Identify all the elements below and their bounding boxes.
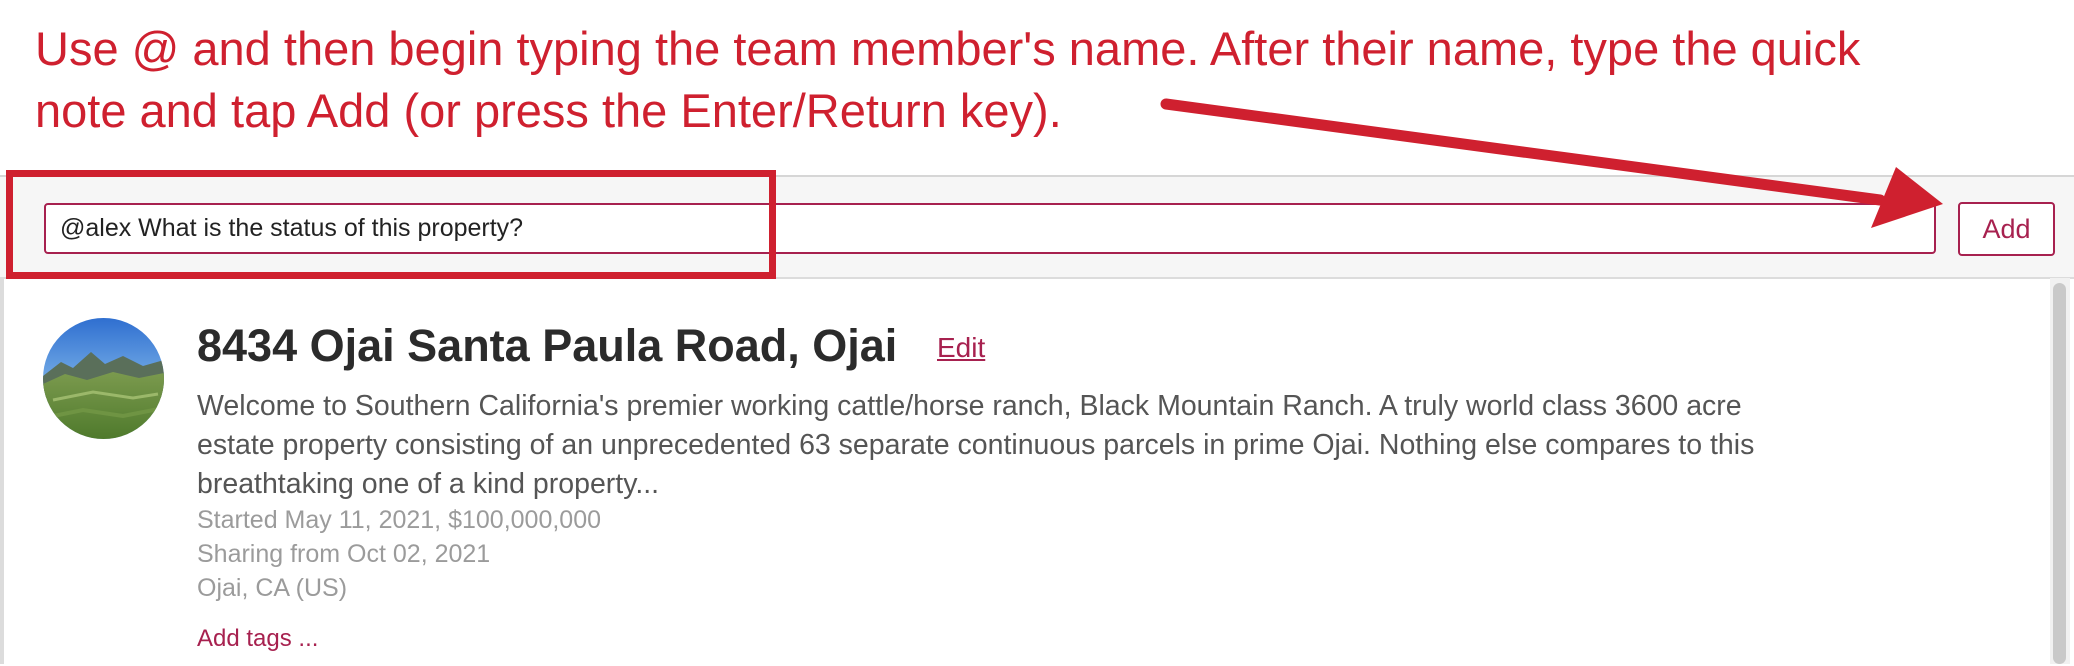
edit-link[interactable]: Edit xyxy=(937,330,985,366)
property-thumbnail xyxy=(43,318,164,439)
annotation-line-2: note and tap Add (or press the Enter/Ret… xyxy=(35,84,1062,137)
property-title: 8434 Ojai Santa Paula Road, Ojai xyxy=(197,320,898,371)
panel-left-border xyxy=(0,277,4,664)
property-description: Welcome to Southern California's premier… xyxy=(197,387,2027,504)
scrollbar-thumb[interactable] xyxy=(2053,283,2066,664)
property-meta: Started May 11, 2021, $100,000,000 Shari… xyxy=(197,503,601,605)
sharing-info: Sharing from Oct 02, 2021 xyxy=(197,540,491,568)
annotation-highlight-box xyxy=(6,170,776,279)
description-line: breathtaking one of a kind property... xyxy=(197,468,660,500)
annotation-line-1: Use @ and then begin typing the team mem… xyxy=(35,22,1861,75)
annotation-instructions: Use @ and then begin typing the team mem… xyxy=(35,18,2035,142)
location-info: Ojai, CA (US) xyxy=(197,574,348,602)
description-line: Welcome to Southern California's premier… xyxy=(197,390,1742,422)
description-line: estate property consisting of an unprece… xyxy=(197,429,1755,461)
add-tags-link[interactable]: Add tags ... xyxy=(197,624,318,654)
started-info: Started May 11, 2021, $100,000,000 xyxy=(197,506,602,534)
add-button[interactable]: Add xyxy=(1958,202,2055,256)
